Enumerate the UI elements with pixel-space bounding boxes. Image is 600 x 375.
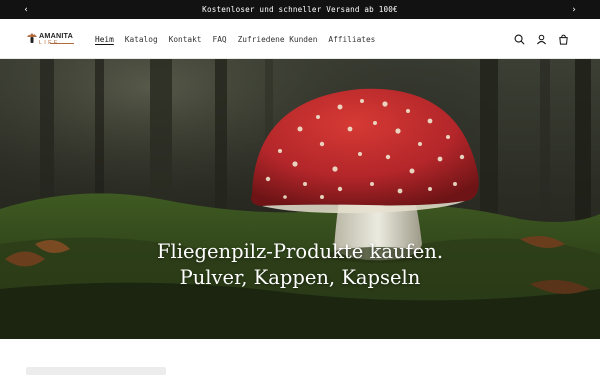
section-heading-placeholder <box>26 367 166 375</box>
header-icons <box>508 19 574 59</box>
nav-item-katalog[interactable]: Katalog <box>125 35 158 44</box>
hero-headline: Fliegenpilz-Produkte kaufen. Pulver, Kap… <box>0 239 600 291</box>
hero-banner: Fliegenpilz-Produkte kaufen. Pulver, Kap… <box>0 59 600 339</box>
nav-item-affiliates[interactable]: Affiliates <box>328 35 375 44</box>
announcement-text: Kostenloser und schneller Versand ab 100… <box>202 5 398 14</box>
main-nav: Heim Katalog Kontakt FAQ Zufriedene Kund… <box>95 19 386 59</box>
nav-item-kontakt[interactable]: Kontakt <box>169 35 202 44</box>
brand-name-top: AMANITA <box>39 31 74 40</box>
mushroom-logo-icon <box>27 33 37 43</box>
fly-agaric-hero-image <box>0 59 600 339</box>
cart-icon[interactable] <box>552 28 574 50</box>
nav-item-zufriedene-kunden[interactable]: Zufriedene Kunden <box>238 35 318 44</box>
announcement-next-arrow[interactable]: › <box>564 0 584 19</box>
announcement-bar: ‹ Kostenloser und schneller Versand ab 1… <box>0 0 600 19</box>
nav-item-faq[interactable]: FAQ <box>213 35 227 44</box>
hero-headline-line-2: Pulver, Kappen, Kapseln <box>179 266 421 289</box>
brand-underline <box>50 43 74 44</box>
nav-item-heim[interactable]: Heim <box>95 35 114 44</box>
account-icon[interactable] <box>530 28 552 50</box>
search-icon[interactable] <box>508 28 530 50</box>
brand-logo[interactable]: AMANITA LIFE <box>26 29 76 49</box>
site-header: AMANITA LIFE Heim Katalog Kontakt FAQ Zu… <box>0 19 600 59</box>
announcement-prev-arrow[interactable]: ‹ <box>16 0 36 19</box>
hero-headline-line-1: Fliegenpilz-Produkte kaufen. <box>156 240 444 263</box>
next-section <box>0 339 600 375</box>
